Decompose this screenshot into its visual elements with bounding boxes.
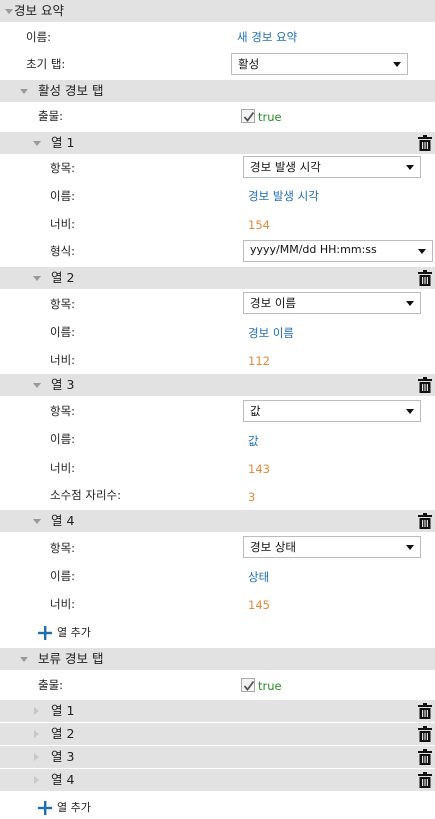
chevron-down-icon [406, 301, 414, 306]
chevron-down-icon [406, 545, 414, 550]
summary-title: 경보 요약 [14, 3, 64, 18]
chevron-down-icon[interactable] [33, 141, 41, 146]
width-label: 너비: [50, 217, 76, 231]
column-3-name-value[interactable]: 값 [248, 433, 259, 449]
chevron-down-icon[interactable] [20, 89, 28, 94]
active-output-value: true [258, 110, 282, 124]
column-4-item-select[interactable]: 경보 상태 [243, 536, 421, 558]
column-1-format-select[interactable]: yyyy/MM/dd HH:mm:ss [243, 240, 433, 262]
column-4-header[interactable]: 열 4 [0, 510, 435, 532]
active-output-label: 출물: [38, 109, 64, 123]
item-label: 항목: [50, 404, 76, 418]
trash-icon[interactable] [418, 377, 432, 393]
name-label: 이름: [50, 325, 76, 339]
chevron-down-icon[interactable] [33, 519, 41, 524]
chevron-down-icon [393, 62, 401, 67]
item-value: 경보 이름 [250, 296, 296, 310]
item-label: 항목: [50, 541, 76, 555]
chevron-down-icon[interactable] [33, 383, 41, 388]
column-title: 열 4 [51, 513, 75, 528]
column-3-header[interactable]: 열 3 [0, 374, 435, 396]
chevron-right-icon[interactable] [34, 776, 39, 784]
trash-icon[interactable] [418, 270, 432, 286]
trash-icon[interactable] [418, 726, 432, 742]
column-title: 열 3 [51, 377, 75, 392]
format-value: yyyy/MM/dd HH:mm:ss [250, 243, 377, 256]
pending-output-checkbox[interactable] [241, 678, 255, 692]
active-output-checkbox[interactable] [241, 109, 255, 123]
column-title: 열 1 [51, 135, 75, 150]
column-1-header[interactable]: 열 1 [0, 132, 435, 154]
column-2-header[interactable]: 열 2 [0, 267, 435, 289]
chevron-right-icon[interactable] [34, 730, 39, 738]
active-tab-header[interactable]: 활성 경보 탭 [0, 80, 435, 102]
width-label: 너비: [50, 353, 76, 367]
column-title: 열 2 [51, 726, 75, 741]
check-icon [243, 680, 255, 691]
trash-icon[interactable] [418, 703, 432, 719]
column-2-name-value[interactable]: 경보 이름 [248, 325, 294, 341]
width-label: 너비: [50, 461, 76, 475]
chevron-right-icon[interactable] [34, 753, 39, 761]
column-2-item-select[interactable]: 경보 이름 [243, 292, 421, 314]
chevron-down-icon [406, 409, 414, 414]
check-icon [243, 111, 255, 122]
chevron-right-icon[interactable] [34, 707, 39, 715]
pending-tab-title: 보류 경보 탭 [38, 651, 104, 666]
column-3-width-value[interactable]: 143 [248, 461, 270, 477]
initial-tab-label: 초기 탭: [26, 57, 66, 71]
summary-header[interactable]: 경보 요약 [0, 0, 435, 22]
column-title: 열 4 [51, 772, 75, 787]
pending-column-1-header[interactable]: 열 1 [0, 700, 435, 722]
column-1-width-value[interactable]: 154 [248, 217, 270, 233]
name-label: 이름: [50, 432, 76, 446]
add-column-label: 열 추가 [57, 626, 91, 639]
column-title: 열 2 [51, 270, 75, 285]
column-4-name-value[interactable]: 상태 [248, 569, 269, 585]
pending-output-value: true [258, 679, 282, 693]
item-value: 값 [250, 404, 261, 418]
trash-icon[interactable] [418, 513, 432, 529]
pending-column-3-header[interactable]: 열 3 [0, 746, 435, 768]
chevron-down-icon[interactable] [20, 657, 28, 662]
column-3-decimals-value[interactable]: 3 [248, 489, 255, 505]
column-title: 열 1 [51, 703, 75, 718]
width-label: 너비: [50, 597, 76, 611]
chevron-down-icon [418, 249, 426, 254]
column-1-item-select[interactable]: 경보 발생 시각 [243, 156, 421, 178]
decimals-label: 소수점 자리수: [50, 488, 122, 502]
name-label: 이름: [50, 189, 76, 203]
column-title: 열 3 [51, 749, 75, 764]
column-2-width-value[interactable]: 112 [248, 353, 270, 369]
name-label: 이름: [50, 569, 76, 583]
add-column-label: 열 추가 [57, 801, 91, 814]
plus-icon [38, 801, 52, 815]
format-label: 형식: [50, 244, 76, 258]
initial-tab-select[interactable]: 활성 [231, 53, 408, 75]
chevron-down-icon [406, 165, 414, 170]
pending-output-label: 출물: [38, 678, 64, 692]
summary-name-value[interactable]: 새 경보 요약 [237, 29, 297, 45]
column-1-name-value[interactable]: 경보 발생 시각 [248, 188, 319, 204]
active-add-column-button[interactable]: 열 추가 [38, 624, 108, 642]
plus-icon [38, 626, 52, 640]
pending-column-4-header[interactable]: 열 4 [0, 769, 435, 791]
initial-tab-value: 활성 [238, 57, 260, 71]
item-label: 항목: [50, 161, 76, 175]
chevron-down-icon[interactable] [5, 9, 13, 14]
column-4-width-value[interactable]: 145 [248, 597, 270, 613]
trash-icon[interactable] [418, 749, 432, 765]
item-value: 경보 상태 [250, 540, 296, 554]
trash-icon[interactable] [418, 772, 432, 788]
active-tab-title: 활성 경보 탭 [38, 83, 104, 98]
trash-icon[interactable] [418, 135, 432, 151]
pending-column-2-header[interactable]: 열 2 [0, 723, 435, 745]
item-value: 경보 발생 시각 [250, 160, 321, 174]
pending-add-column-button[interactable]: 열 추가 [38, 799, 108, 817]
chevron-down-icon[interactable] [33, 276, 41, 281]
item-label: 항목: [50, 297, 76, 311]
column-3-item-select[interactable]: 값 [243, 400, 421, 422]
pending-tab-header[interactable]: 보류 경보 탭 [0, 648, 435, 670]
name-label: 이름: [26, 30, 52, 44]
